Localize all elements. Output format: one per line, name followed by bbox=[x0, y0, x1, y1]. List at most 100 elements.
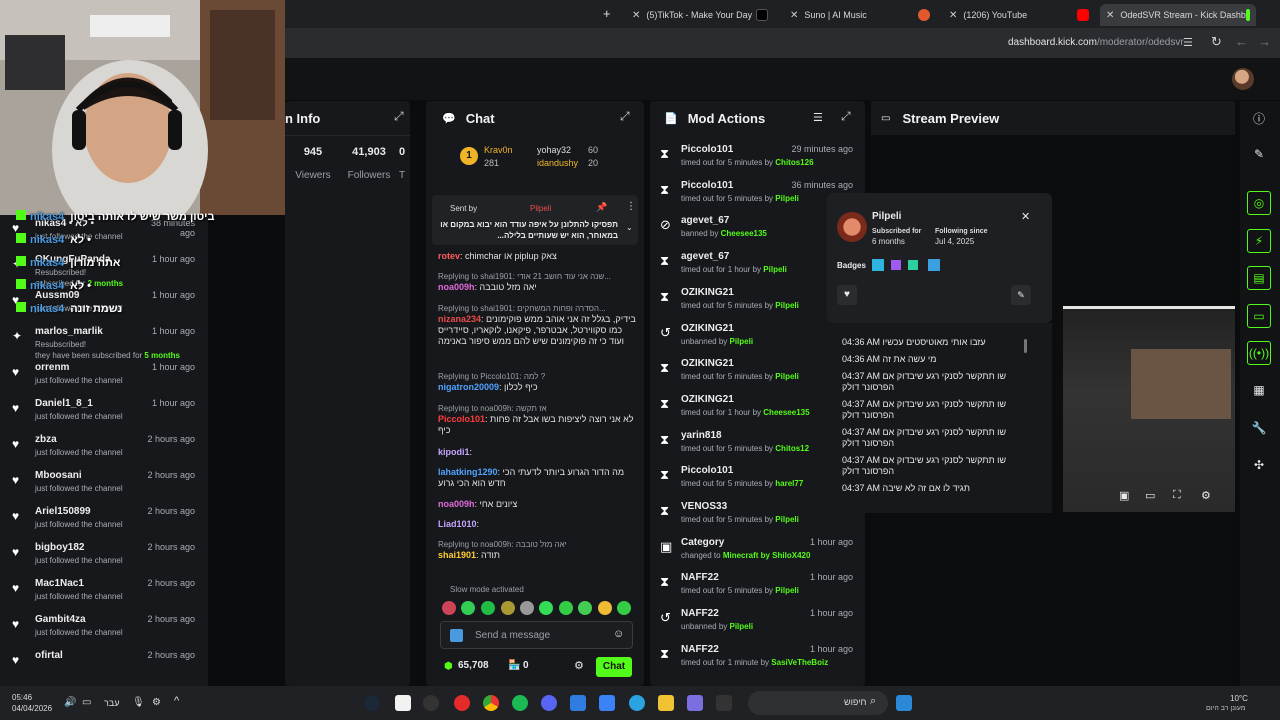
activity-user[interactable]: bigboy182 bbox=[35, 542, 84, 553]
activity-user[interactable]: Gambit4za bbox=[35, 614, 86, 625]
tab-actions-icon[interactable]: ☰ bbox=[1183, 36, 1193, 49]
close-tab-icon[interactable]: ✕ bbox=[632, 10, 640, 21]
mod-actor[interactable]: Minecraft bbox=[723, 551, 759, 560]
steam-icon[interactable] bbox=[364, 695, 380, 711]
mod-target-user[interactable]: NAFF22 bbox=[681, 608, 719, 619]
user-card-close-icon[interactable]: ✕ bbox=[1021, 210, 1030, 223]
video-theater-icon[interactable]: ▭ bbox=[1145, 489, 1155, 502]
reply-context[interactable]: Replying to shai1901: הסדרה ופחות המשחקי… bbox=[438, 303, 638, 314]
opera-icon[interactable] bbox=[454, 695, 470, 711]
activity-user[interactable]: ofirtal bbox=[35, 650, 63, 661]
store-icon[interactable]: 🏪 bbox=[508, 660, 520, 671]
activity-user[interactable]: zbza bbox=[35, 434, 57, 445]
activity-user[interactable]: Mboosani bbox=[35, 470, 82, 481]
video-fullscreen-icon[interactable]: ⛶ bbox=[1173, 489, 1181, 502]
mod-target-user[interactable]: agevet_67 bbox=[681, 251, 729, 262]
tab-suno[interactable]: ✕ Suno | AI Music bbox=[784, 4, 936, 26]
activity-user[interactable]: orrenm bbox=[35, 362, 69, 373]
reload-icon[interactable]: ↻ bbox=[1211, 34, 1222, 50]
chat-username[interactable]: noa009h bbox=[438, 282, 475, 292]
extensions-icon[interactable]: ✣ bbox=[1247, 453, 1271, 477]
forward-icon[interactable]: → bbox=[1258, 34, 1271, 49]
mod-target-user[interactable]: VENOS33 bbox=[681, 501, 727, 512]
activity-user[interactable]: marlos_marlik bbox=[35, 326, 103, 337]
pinned-expand-icon[interactable]: ⌄ bbox=[626, 223, 633, 232]
mod-actor[interactable]: Pilpeli bbox=[775, 586, 799, 595]
mod-target-user[interactable]: Piccolo101 bbox=[681, 144, 733, 155]
mod-actor[interactable]: Pilpeli bbox=[775, 372, 799, 381]
activity-user[interactable]: Daniel1_8_1 bbox=[35, 398, 93, 409]
pin-icon[interactable]: 📌 bbox=[596, 202, 607, 213]
taskbar-search[interactable]: חיפוש ⌕ bbox=[748, 691, 888, 715]
mod-target-user[interactable]: Category bbox=[681, 537, 724, 548]
discord-icon[interactable] bbox=[541, 695, 557, 711]
emoji-icon[interactable]: ☺ bbox=[613, 628, 624, 640]
app-icon-recorder[interactable] bbox=[423, 695, 439, 711]
user-card-action-button[interactable]: ✎ bbox=[1011, 285, 1031, 305]
mod-action-item[interactable]: ⧗ NAFF22 1 hour ago timed out for 1 minu… bbox=[650, 641, 865, 677]
chat-username[interactable]: nizana234 bbox=[438, 314, 481, 324]
close-tab-icon[interactable]: ✕ bbox=[1106, 10, 1114, 21]
log-scrollbar[interactable] bbox=[1024, 339, 1027, 353]
chat-send-button[interactable]: Chat bbox=[596, 657, 632, 677]
lightning-icon[interactable]: ⚡ bbox=[1247, 229, 1271, 253]
mod-actor[interactable]: Pilpeli bbox=[730, 337, 754, 346]
tray-expand-icon[interactable]: ^ bbox=[174, 695, 179, 707]
popout-icon[interactable] bbox=[620, 109, 632, 124]
file-explorer-icon[interactable] bbox=[658, 695, 674, 711]
mod-actor[interactable]: Cheesee135 bbox=[721, 229, 767, 238]
user-card-name[interactable]: Pilpeli bbox=[872, 211, 901, 222]
popout-icon[interactable] bbox=[394, 109, 406, 124]
store-app-icon[interactable] bbox=[599, 695, 615, 711]
close-tab-icon[interactable]: ✕ bbox=[790, 10, 798, 21]
mod-action-item[interactable]: ⧗ NAFF22 1 hour ago timed out for 5 minu… bbox=[650, 569, 865, 605]
mod-actor[interactable]: Chitos12 bbox=[775, 444, 809, 453]
chrome-icon[interactable] bbox=[483, 695, 499, 711]
spotify-icon[interactable] bbox=[512, 695, 528, 711]
mod-target-user[interactable]: NAFF22 bbox=[681, 572, 719, 583]
mod-target-user[interactable]: NAFF22 bbox=[681, 644, 719, 655]
mod-actor[interactable]: Pilpeli bbox=[775, 194, 799, 203]
webcam-toggle-icon[interactable]: ◎ bbox=[1247, 191, 1271, 215]
mod-action-item[interactable]: ▣ Category 1 hour ago changed to Minecra… bbox=[650, 534, 865, 570]
mod-target-user[interactable]: OZIKING21 bbox=[681, 287, 734, 298]
mod-actor[interactable]: Chitos126 bbox=[775, 158, 813, 167]
mic-icon[interactable]: 🎙 bbox=[132, 697, 145, 708]
tools-icon[interactable]: 🔧 bbox=[1247, 416, 1271, 440]
reply-context[interactable]: Replying to shai1901: שנה אני עוד חושב 2… bbox=[438, 271, 638, 282]
chat-username[interactable]: kipodi1 bbox=[438, 447, 470, 457]
leader-3-name[interactable]: idandushy bbox=[537, 158, 578, 168]
mod-actor[interactable]: Pilpeli bbox=[775, 301, 799, 310]
app-icon-mail[interactable] bbox=[395, 695, 411, 711]
mod-actor[interactable]: Cheesee135 bbox=[763, 408, 809, 417]
weather-temp[interactable]: 10°C bbox=[1230, 694, 1248, 703]
mod-actor[interactable]: harel77 bbox=[775, 479, 803, 488]
info-icon[interactable]: ⓘ bbox=[1247, 106, 1271, 130]
mod-target-user[interactable]: OZIKING21 bbox=[681, 323, 734, 334]
app-icon-grid[interactable] bbox=[687, 695, 703, 711]
language-indicator[interactable]: עבר bbox=[104, 698, 119, 708]
network-icon[interactable]: ▭ bbox=[82, 697, 91, 708]
reply-context[interactable]: Replying to noa009h: יאה מזל טובבה bbox=[438, 539, 638, 550]
leader-1-name[interactable]: Krav0n bbox=[484, 145, 513, 155]
clock-date[interactable]: 04/04/2026 bbox=[12, 704, 52, 713]
windows-start-icon[interactable] bbox=[896, 695, 912, 711]
edge-icon[interactable] bbox=[629, 695, 645, 711]
chat-username[interactable]: Piccolo101 bbox=[438, 414, 485, 424]
video-player[interactable]: ⛶ ⚙ ▭ ▣ bbox=[1063, 306, 1235, 512]
mod-actor[interactable]: Pilpeli bbox=[775, 515, 799, 524]
reply-context[interactable]: Replying to noa009h: אז תקשה bbox=[438, 403, 638, 414]
edit-icon[interactable]: ✎ bbox=[1247, 142, 1271, 166]
chat-username[interactable]: rotev bbox=[438, 251, 460, 261]
app-icon-dark[interactable] bbox=[716, 695, 732, 711]
layout-icon[interactable]: ▦ bbox=[1247, 378, 1271, 402]
filter-icon[interactable]: ☰ bbox=[813, 111, 823, 124]
chat-toggle-icon[interactable]: ▭ bbox=[1247, 304, 1271, 328]
mod-action-item[interactable]: ⧗ Piccolo101 29 minutes ago timed out fo… bbox=[650, 141, 865, 177]
pinned-more-icon[interactable]: ⋮ bbox=[626, 201, 636, 212]
mod-target-user[interactable]: agevet_67 bbox=[681, 215, 729, 226]
close-tab-icon[interactable]: ✕ bbox=[949, 10, 957, 21]
mod-target-user[interactable]: Piccolo101 bbox=[681, 180, 733, 191]
mod-target-user[interactable]: yarin818 bbox=[681, 430, 722, 441]
url-text[interactable]: dashboard.kick.com/moderator/odedsvr bbox=[1008, 37, 1184, 48]
